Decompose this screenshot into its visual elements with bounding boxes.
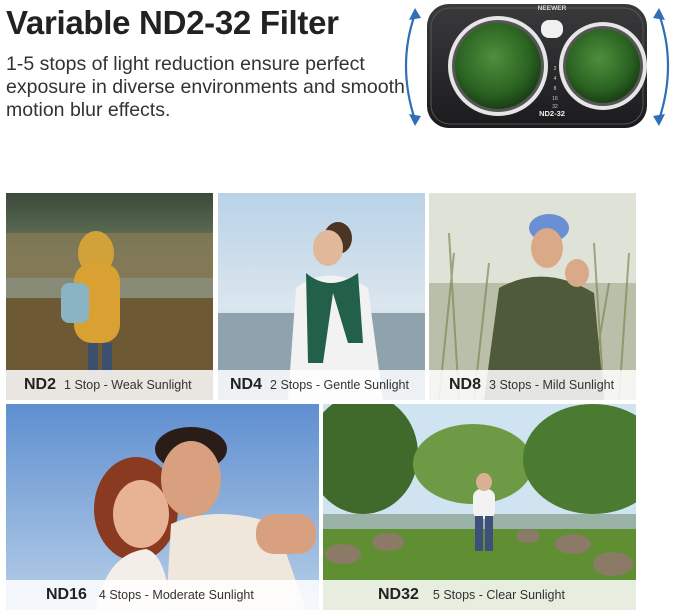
nd-description: 4 Stops - Moderate Sunlight [98,588,254,602]
photo-tile-nd4: ND4 2 Stops - Gentle Sunlight [218,193,425,400]
page-title: Variable ND2-32 Filter [6,4,339,41]
svg-text:2: 2 [554,66,557,72]
nd-description: 2 Stops - Gentle Sunlight [270,378,409,392]
photo-tile-nd16: ND16 4 Stops - Moderate Sunlight [6,404,319,610]
svg-text:NEEWER: NEEWER [538,5,567,12]
product-image: NEEWER ND2-32 2 4 8 16 32 [395,0,679,132]
photo-tile-nd2: ND2 1 Stop - Weak Sunlight [6,193,213,400]
tile-caption: ND16 4 Stops - Moderate Sunlight [6,580,319,610]
tile-caption: ND8 3 Stops - Mild Sunlight [429,370,636,400]
svg-text:8: 8 [554,86,557,92]
svg-text:ND2-32: ND2-32 [539,109,565,118]
page-subtitle: 1-5 stops of light reduction ensure perf… [6,53,405,121]
nd-label: ND32 [378,586,419,603]
svg-text:16: 16 [552,96,558,102]
photo-tile-nd32: ND32 5 Stops - Clear Sunlight [323,404,636,610]
nd-label: ND4 [230,376,263,393]
nd-label: ND2 [24,376,57,393]
tile-caption: ND4 2 Stops - Gentle Sunlight [218,370,425,400]
nd-label: ND8 [449,376,482,393]
photo-tile-nd8: ND8 3 Stops - Mild Sunlight [429,193,636,400]
nd-description: 3 Stops - Mild Sunlight [489,378,615,392]
tile-caption: ND32 5 Stops - Clear Sunlight [323,580,636,610]
nd-description: 5 Stops - Clear Sunlight [432,588,565,602]
svg-text:4: 4 [554,76,557,82]
svg-text:32: 32 [552,104,558,110]
nd-description: 1 Stop - Weak Sunlight [64,378,192,392]
tile-caption: ND2 1 Stop - Weak Sunlight [6,370,213,400]
nd-label: ND16 [46,586,87,603]
